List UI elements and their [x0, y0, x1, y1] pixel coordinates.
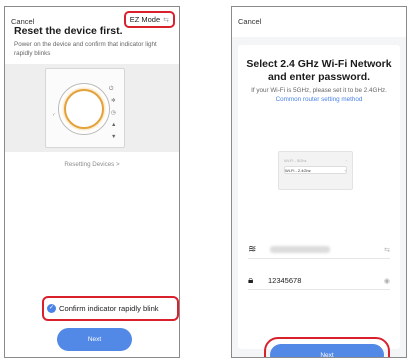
- wifi-icon: ≋: [248, 244, 257, 255]
- up-icon: ▲: [111, 122, 117, 128]
- timer-icon: ◷: [111, 110, 116, 116]
- router-setting-link[interactable]: Common router setting method: [276, 96, 363, 103]
- lock-icon: ◦: [345, 157, 347, 163]
- wifi-setup-screen: Cancel Select 2.4 GHz Wi-Fi Network and …: [231, 6, 407, 358]
- password-field[interactable]: 🔒︎ 12345678 ◉: [248, 272, 390, 290]
- wifi-row-label: Wi-Fi - 2.4Ghz: [285, 167, 311, 173]
- ez-mode-label: EZ Mode: [129, 15, 161, 24]
- wifi-signal-icon: ◦: [344, 167, 346, 173]
- ez-mode-switch[interactable]: EZ Mode ⇆: [123, 11, 175, 28]
- indicator-ring: [64, 89, 104, 129]
- wifi-row-5ghz: Wi-Fi - 5Ghz ◦: [284, 156, 347, 164]
- down-icon: ▼: [111, 134, 117, 140]
- dial-knob: [58, 83, 110, 135]
- wifi-indicator-icon: ◜: [53, 113, 56, 119]
- page-title: Reset the device first.: [14, 25, 123, 37]
- next-button[interactable]: Next: [57, 328, 132, 351]
- password-value[interactable]: 12345678: [268, 276, 301, 285]
- fan-icon: ✲: [111, 98, 116, 104]
- wifi-row-blank: [284, 177, 347, 185]
- wifi-row-label: Wi-Fi - 5Ghz: [284, 157, 307, 163]
- switch-panel-image: ⏻ ✲ ◷ ▲ ▼ ◜: [45, 68, 125, 148]
- device-illustration: ⏻ ✲ ◷ ▲ ▼ ◜: [5, 64, 179, 152]
- content-area: Select 2.4 GHz Wi-Fi Network and enter p…: [232, 37, 406, 357]
- confirm-label: Confirm indicator rapidly blink: [59, 304, 159, 313]
- wifi-ssid-field[interactable]: ≋ ⇆: [248, 241, 390, 259]
- wifi-list-illustration: Wi-Fi - 5Ghz ◦ Wi-Fi - 2.4Ghz ◦: [278, 151, 353, 190]
- page-title: Select 2.4 GHz Wi-Fi Network and enter p…: [246, 58, 392, 84]
- wifi-row-24ghz: Wi-Fi - 2.4Ghz ◦: [284, 166, 347, 174]
- page-subtitle: If your Wi-Fi is 5GHz, please set it to …: [250, 87, 388, 104]
- swap-icon: ⇆: [163, 16, 169, 24]
- cancel-button[interactable]: Cancel: [238, 17, 261, 26]
- ssid-value-blurred: [270, 246, 330, 253]
- ez-mode-reset-screen: Cancel EZ Mode ⇆ Reset the device first.…: [4, 6, 180, 358]
- top-bar: Cancel: [232, 7, 406, 37]
- next-button[interactable]: Next: [270, 344, 384, 357]
- checkbox-checked-icon[interactable]: ✓: [47, 304, 56, 313]
- lock-icon: 🔒︎: [248, 275, 254, 286]
- confirm-checkbox-row[interactable]: ✓ Confirm indicator rapidly blink: [47, 304, 159, 313]
- subtitle-text: If your Wi-Fi is 5GHz, please set it to …: [251, 87, 387, 94]
- resetting-devices-link[interactable]: Resetting Devices >: [5, 161, 179, 168]
- power-icon: ⏻: [109, 86, 114, 92]
- swap-network-icon[interactable]: ⇆: [384, 246, 390, 254]
- eye-icon[interactable]: ◉: [384, 277, 390, 285]
- page-subtitle: Power on the device and confirm that ind…: [14, 41, 157, 57]
- wifi-card: Select 2.4 GHz Wi-Fi Network and enter p…: [238, 45, 400, 357]
